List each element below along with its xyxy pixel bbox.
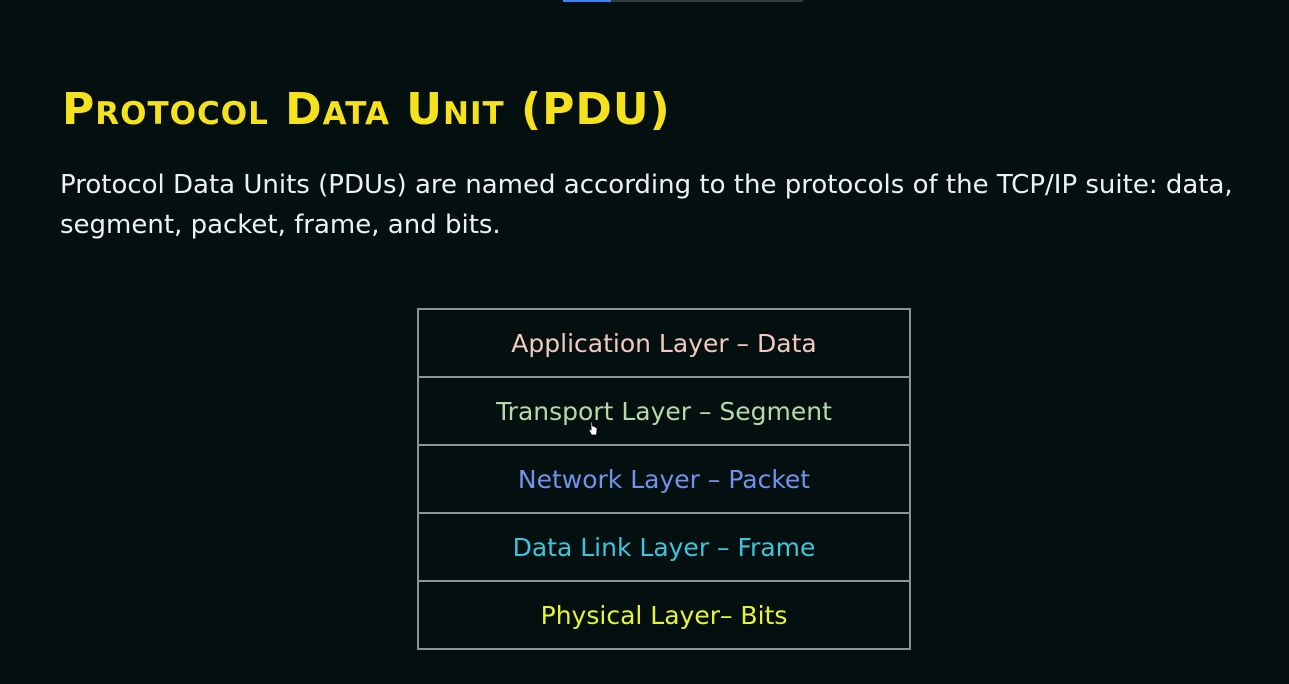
table-row: Physical Layer– Bits xyxy=(417,580,911,650)
table-row: Transport Layer – Segment xyxy=(417,376,911,446)
layer-cell-application: Application Layer – Data xyxy=(417,308,911,378)
layer-cell-network: Network Layer – Packet xyxy=(417,444,911,514)
slide-title: Protocol Data Unit (PDU) xyxy=(62,84,671,135)
table-row: Network Layer – Packet xyxy=(417,444,911,514)
layer-cell-physical: Physical Layer– Bits xyxy=(417,580,911,650)
video-progress-fill xyxy=(563,0,611,2)
layer-cell-data-link: Data Link Layer – Frame xyxy=(417,512,911,582)
slide-description: Protocol Data Units (PDUs) are named acc… xyxy=(60,170,1233,240)
pdu-layers-table: Application Layer – Data Transport Layer… xyxy=(417,308,911,650)
table-row: Data Link Layer – Frame xyxy=(417,512,911,582)
table-row: Application Layer – Data xyxy=(417,308,911,378)
layer-cell-transport: Transport Layer – Segment xyxy=(417,376,911,446)
pointer-hand-icon xyxy=(588,421,598,436)
video-progress-bar[interactable] xyxy=(563,0,803,2)
